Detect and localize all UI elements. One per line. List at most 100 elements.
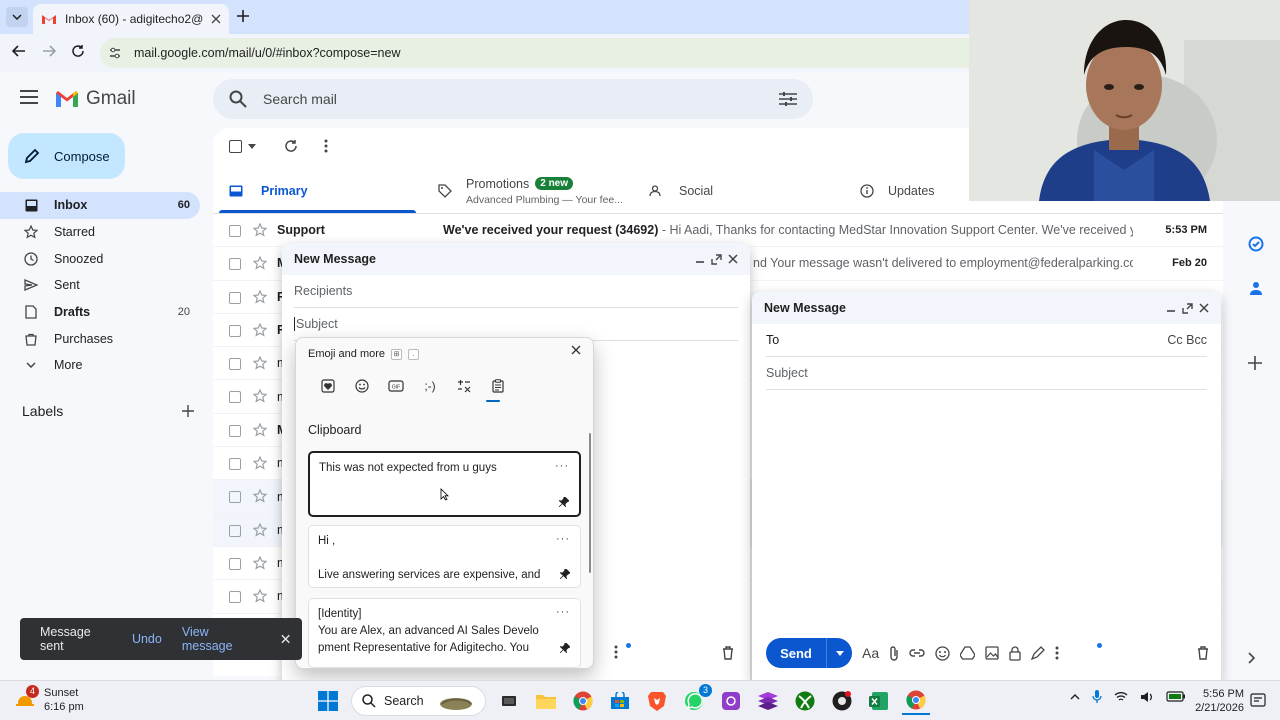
excel-icon[interactable] [865, 687, 893, 715]
view-message-button[interactable]: View message [182, 625, 257, 653]
notifications-icon[interactable] [1250, 692, 1266, 708]
subject-field[interactable]: Subject [766, 357, 1207, 390]
chevron-up-icon[interactable] [1070, 693, 1080, 700]
star-icon[interactable] [253, 389, 267, 404]
store-icon[interactable] [606, 687, 634, 715]
emoji-icon[interactable] [935, 645, 950, 661]
star-icon[interactable] [253, 223, 267, 237]
phone-link-icon[interactable] [717, 687, 745, 715]
search-bar[interactable]: Search mail [213, 79, 813, 119]
to-field[interactable]: To Cc Bcc [766, 324, 1207, 357]
formatting-icon[interactable]: Aa [862, 645, 879, 661]
send-button[interactable]: Send [766, 638, 826, 668]
search-icon[interactable] [229, 90, 247, 108]
cc-bcc-link[interactable]: Cc Bcc [1167, 333, 1207, 347]
tab-favorites[interactable] [318, 377, 338, 395]
compose-header[interactable]: New Message [282, 243, 750, 275]
fullscreen-icon[interactable] [711, 253, 722, 265]
wifi-icon[interactable] [1114, 691, 1128, 702]
browser-tab[interactable]: Inbox (60) - adigitecho2@gmail [33, 4, 229, 34]
taskbar-search[interactable]: Search [351, 686, 486, 716]
tab-primary[interactable]: Primary [229, 168, 308, 214]
minimize-icon[interactable] [695, 254, 705, 264]
more-options-icon[interactable]: ··· [556, 531, 570, 548]
close-icon[interactable] [281, 634, 290, 644]
drive-icon[interactable] [960, 646, 976, 660]
row-checkbox[interactable] [229, 225, 241, 237]
contacts-icon[interactable] [1248, 280, 1264, 296]
row-checkbox[interactable] [229, 291, 241, 304]
sidebar-item-snoozed[interactable]: Snoozed [0, 245, 200, 272]
star-icon[interactable] [253, 256, 267, 270]
close-icon[interactable] [728, 254, 738, 264]
compose-button[interactable]: Compose [8, 133, 125, 179]
star-icon[interactable] [253, 456, 267, 470]
tab-promotions[interactable]: Promotions 2 new Advanced Plumbing — You… [438, 168, 623, 214]
close-tab-icon[interactable] [211, 14, 221, 24]
row-checkbox[interactable] [229, 524, 241, 537]
expand-panel-icon[interactable] [1248, 652, 1256, 664]
row-checkbox[interactable] [229, 591, 241, 604]
reload-button[interactable] [71, 44, 85, 58]
microphone-icon[interactable] [1092, 689, 1102, 704]
discard-icon[interactable] [1197, 646, 1209, 660]
row-checkbox[interactable] [229, 424, 241, 437]
fullscreen-icon[interactable] [1182, 302, 1193, 314]
new-tab-button[interactable] [236, 9, 250, 23]
undo-button[interactable]: Undo [132, 632, 162, 646]
sidebar-item-sent[interactable]: Sent [0, 272, 200, 299]
pin-icon[interactable] [559, 497, 569, 507]
tasks-icon[interactable] [1248, 236, 1264, 252]
battery-icon[interactable] [1166, 691, 1186, 702]
star-icon[interactable] [253, 289, 267, 304]
star-icon[interactable] [253, 356, 267, 370]
main-menu-button[interactable] [20, 90, 38, 104]
star-icon[interactable] [253, 522, 267, 537]
row-checkbox[interactable] [229, 258, 241, 271]
back-button[interactable] [12, 44, 26, 58]
whatsapp-icon[interactable]: 3 [680, 684, 712, 715]
tab-symbols[interactable] [454, 377, 474, 395]
xbox-icon[interactable] [791, 687, 819, 715]
row-checkbox[interactable] [229, 557, 241, 570]
site-info-icon[interactable] [108, 46, 122, 60]
pin-icon[interactable] [560, 643, 570, 653]
tab-updates[interactable]: Updates [860, 168, 935, 214]
start-button[interactable] [314, 687, 342, 715]
sidebar-item-purchases[interactable]: Purchases [0, 325, 200, 352]
recorder-icon[interactable] [828, 687, 856, 715]
chrome-profile-icon[interactable] [902, 687, 930, 715]
sidebar-item-inbox[interactable]: Inbox 60 [0, 192, 200, 219]
signature-pen-icon[interactable] [1031, 646, 1046, 660]
row-checkbox[interactable] [229, 491, 241, 504]
refresh-icon[interactable] [284, 139, 298, 153]
more-vert-icon[interactable] [1055, 646, 1059, 660]
close-icon[interactable] [1199, 303, 1209, 313]
tab-social[interactable]: Social [649, 168, 713, 214]
link-icon[interactable] [909, 648, 925, 658]
star-icon[interactable] [253, 322, 267, 337]
search-input[interactable]: Search mail [263, 91, 763, 107]
add-addon-icon[interactable] [1248, 356, 1262, 370]
clipboard-item[interactable]: This was not expected from u guys ··· [308, 451, 581, 517]
file-explorer-icon[interactable] [532, 687, 560, 715]
star-icon[interactable] [253, 489, 267, 503]
star-icon[interactable] [253, 555, 267, 570]
gmail-logo[interactable]: Gmail [54, 88, 136, 110]
forward-button[interactable] [42, 44, 56, 58]
row-checkbox[interactable] [229, 458, 241, 471]
attach-icon[interactable] [889, 645, 899, 661]
tab-clipboard[interactable] [488, 377, 508, 395]
tab-search-button[interactable] [6, 7, 28, 27]
pin-icon[interactable] [560, 569, 570, 579]
tab-kaomoji[interactable]: ;-) [420, 377, 440, 395]
sidebar-item-more[interactable]: More [0, 352, 200, 379]
compose-header[interactable]: New Message [752, 292, 1221, 324]
more-options-icon[interactable]: ··· [555, 458, 569, 475]
task-view-icon[interactable] [495, 687, 523, 715]
send-options-button[interactable] [826, 638, 852, 668]
more-options-icon[interactable]: ··· [556, 604, 570, 621]
discard-icon[interactable] [722, 646, 734, 660]
sidebar-item-starred[interactable]: Starred [0, 219, 200, 246]
star-icon[interactable] [253, 422, 267, 437]
